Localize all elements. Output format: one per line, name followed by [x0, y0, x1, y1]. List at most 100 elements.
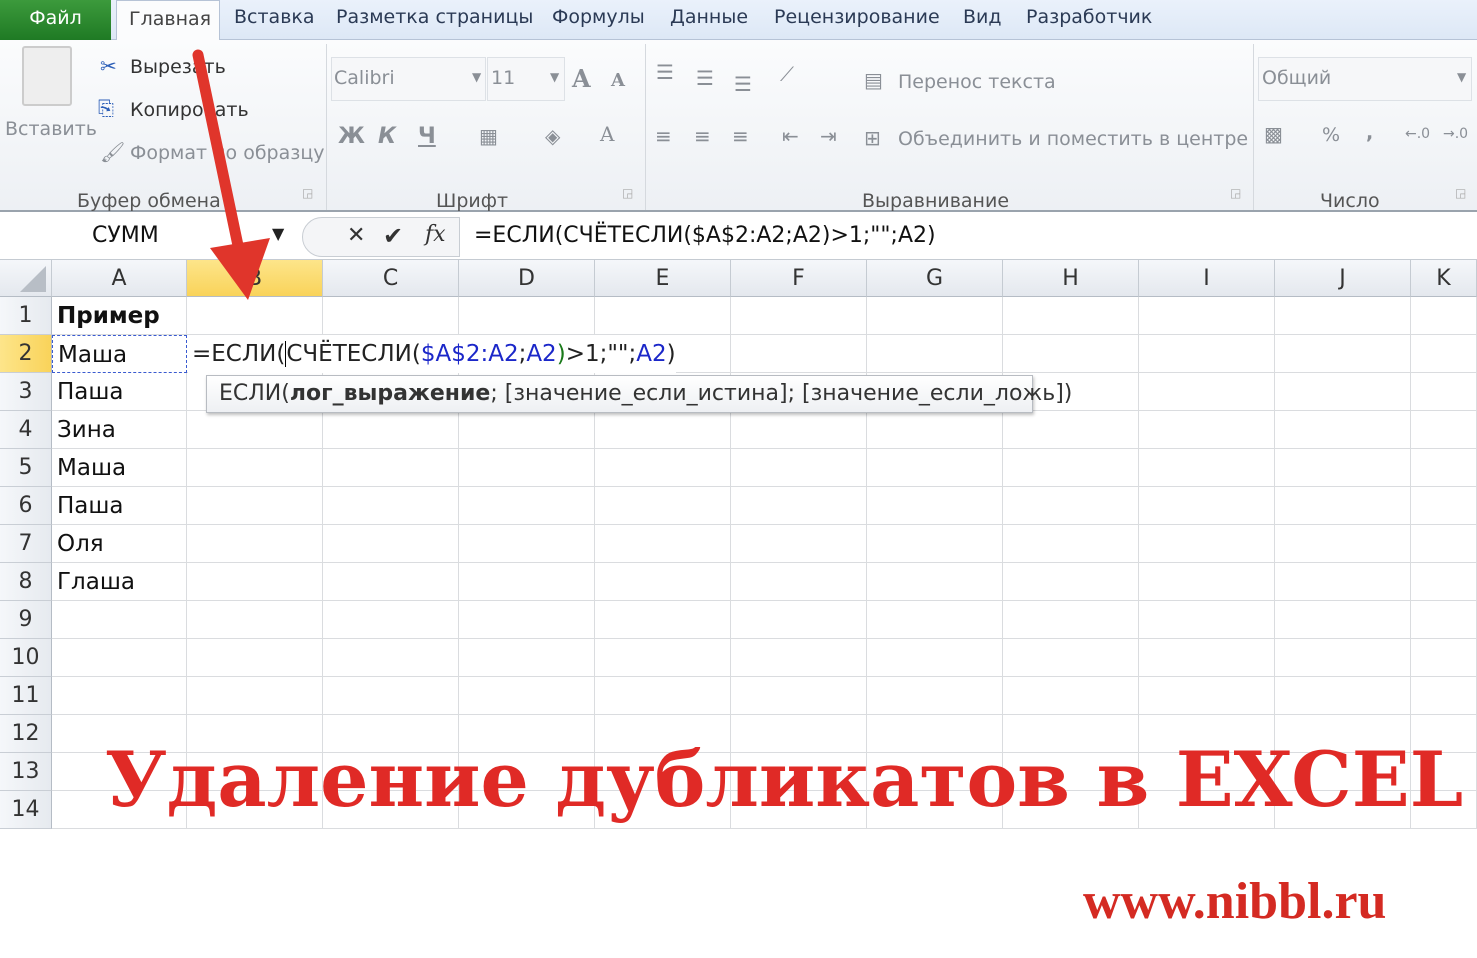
cell-f9[interactable]: [731, 601, 867, 639]
cell-g1[interactable]: [867, 297, 1003, 335]
cell-a1[interactable]: Пример: [52, 297, 187, 335]
decrease-decimal-icon[interactable]: →.0: [1443, 126, 1468, 142]
fill-color-icon[interactable]: ◈: [545, 124, 560, 148]
cell-d7[interactable]: [459, 525, 595, 563]
cell-k9[interactable]: [1411, 601, 1477, 639]
cell-h2[interactable]: [1003, 335, 1139, 373]
merge-center-button[interactable]: Объединить и поместить в центре: [898, 128, 1248, 150]
cell-b11[interactable]: [187, 677, 323, 715]
row-header-6[interactable]: 6: [0, 487, 52, 525]
cell-a5[interactable]: Маша: [52, 449, 187, 487]
cell-e7[interactable]: [595, 525, 731, 563]
cell-k5[interactable]: [1411, 449, 1477, 487]
cell-c5[interactable]: [323, 449, 459, 487]
cell-i7[interactable]: [1139, 525, 1275, 563]
column-header-j[interactable]: J: [1275, 260, 1411, 297]
orientation-icon[interactable]: ⟋: [780, 62, 794, 86]
cell-e4[interactable]: [595, 411, 731, 449]
formula-input[interactable]: =ЕСЛИ(СЧЁТЕСЛИ($A$2:A2;A2)>1;"";A2): [474, 214, 936, 258]
cell-g10[interactable]: [867, 639, 1003, 677]
cell-f4[interactable]: [731, 411, 867, 449]
tab-data[interactable]: Данные: [670, 6, 748, 28]
align-right-icon[interactable]: ≡: [732, 124, 749, 148]
tab-review[interactable]: Рецензирование: [774, 6, 940, 28]
cell-h5[interactable]: [1003, 449, 1139, 487]
cell-g8[interactable]: [867, 563, 1003, 601]
cell-b9[interactable]: [187, 601, 323, 639]
grow-font-icon[interactable]: A: [572, 64, 591, 93]
align-center-icon[interactable]: ≡: [694, 124, 711, 148]
row-header-5[interactable]: 5: [0, 449, 52, 487]
cell-i8[interactable]: [1139, 563, 1275, 601]
cell-g4[interactable]: [867, 411, 1003, 449]
cell-j2[interactable]: [1275, 335, 1411, 373]
cell-k1[interactable]: [1411, 297, 1477, 335]
cell-e11[interactable]: [595, 677, 731, 715]
cell-j5[interactable]: [1275, 449, 1411, 487]
format-painter-button[interactable]: Формат по образцу: [130, 142, 325, 164]
decrease-indent-icon[interactable]: ⇤: [782, 124, 799, 148]
borders-icon[interactable]: ▦: [479, 124, 498, 148]
cell-g7[interactable]: [867, 525, 1003, 563]
cell-b5[interactable]: [187, 449, 323, 487]
cell-g11[interactable]: [867, 677, 1003, 715]
dialog-launcher-icon[interactable]: ◲: [1230, 186, 1241, 200]
cell-a9[interactable]: [52, 601, 187, 639]
cell-f7[interactable]: [731, 525, 867, 563]
align-bottom-icon[interactable]: ☰: [734, 72, 752, 96]
cell-j7[interactable]: [1275, 525, 1411, 563]
column-header-h[interactable]: H: [1003, 260, 1139, 297]
cell-h7[interactable]: [1003, 525, 1139, 563]
bold-button[interactable]: Ж: [338, 124, 365, 149]
cell-g5[interactable]: [867, 449, 1003, 487]
cell-k11[interactable]: [1411, 677, 1477, 715]
row-header-14[interactable]: 14: [0, 791, 52, 829]
cell-k10[interactable]: [1411, 639, 1477, 677]
font-size-select[interactable]: 11 ▼: [487, 57, 565, 101]
column-header-k[interactable]: K: [1411, 260, 1477, 297]
dialog-launcher-icon[interactable]: ◲: [302, 186, 313, 200]
tab-developer[interactable]: Разработчик: [1026, 6, 1152, 28]
column-header-b[interactable]: B: [187, 260, 323, 297]
cell-g6[interactable]: [867, 487, 1003, 525]
cell-a10[interactable]: [52, 639, 187, 677]
cell-k2[interactable]: [1411, 335, 1477, 373]
shrink-font-icon[interactable]: A: [611, 70, 625, 91]
cell-i1[interactable]: [1139, 297, 1275, 335]
cell-g2[interactable]: [867, 335, 1003, 373]
cell-e1[interactable]: [595, 297, 731, 335]
cell-c1[interactable]: [323, 297, 459, 335]
increase-decimal-icon[interactable]: ←.0: [1405, 126, 1430, 142]
column-header-e[interactable]: E: [595, 260, 731, 297]
cell-i11[interactable]: [1139, 677, 1275, 715]
font-name-select[interactable]: Calibri ▼: [331, 57, 486, 101]
tab-home[interactable]: Главная: [116, 0, 220, 41]
cell-i4[interactable]: [1139, 411, 1275, 449]
cell-b6[interactable]: [187, 487, 323, 525]
row-header-11[interactable]: 11: [0, 677, 52, 715]
cell-g9[interactable]: [867, 601, 1003, 639]
cell-k7[interactable]: [1411, 525, 1477, 563]
cell-f8[interactable]: [731, 563, 867, 601]
cell-i6[interactable]: [1139, 487, 1275, 525]
cell-d10[interactable]: [459, 639, 595, 677]
row-header-7[interactable]: 7: [0, 525, 52, 563]
cell-j9[interactable]: [1275, 601, 1411, 639]
percent-button[interactable]: %: [1322, 124, 1340, 146]
cell-c7[interactable]: [323, 525, 459, 563]
cell-d6[interactable]: [459, 487, 595, 525]
tab-insert[interactable]: Вставка: [234, 6, 315, 28]
cell-e10[interactable]: [595, 639, 731, 677]
cell-b2-editor[interactable]: =ЕСЛИ(СЧЁТЕСЛИ($A$2:A2;A2)>1;"";A2): [188, 335, 676, 373]
cell-j4[interactable]: [1275, 411, 1411, 449]
dialog-launcher-icon[interactable]: ◲: [622, 186, 633, 200]
cell-h8[interactable]: [1003, 563, 1139, 601]
cell-f11[interactable]: [731, 677, 867, 715]
cell-h11[interactable]: [1003, 677, 1139, 715]
cell-a8[interactable]: Глаша: [52, 563, 187, 601]
row-header-1[interactable]: 1: [0, 297, 52, 335]
cell-i3[interactable]: [1139, 373, 1275, 411]
cell-c10[interactable]: [323, 639, 459, 677]
column-header-c[interactable]: C: [323, 260, 459, 297]
cell-f10[interactable]: [731, 639, 867, 677]
